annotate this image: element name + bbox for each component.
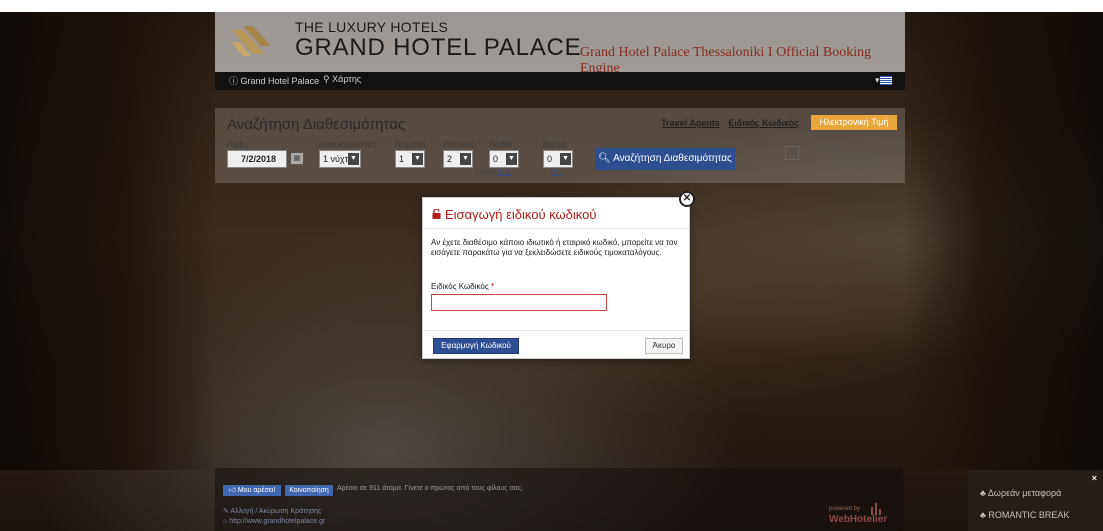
edit-icon: ✎	[223, 508, 229, 515]
children-label: Παιδιά	[489, 140, 513, 149]
modal-header: Εισαγωγή ειδικού κωδικού	[423, 198, 689, 229]
map-pin-icon: ⚲	[323, 74, 330, 84]
tag-icon: ♣	[980, 510, 986, 520]
special-code-label: Ειδικός Κωδικός *	[431, 282, 495, 291]
adults-select[interactable]: 2 ▼	[443, 150, 473, 168]
apply-code-button[interactable]: Εφαρμογή Κωδικού	[433, 338, 519, 354]
facebook-share-button[interactable]: Κοινοποίηση	[285, 485, 333, 496]
home-icon: ⌂	[223, 518, 228, 525]
thumbs-up-icon: 👍︎	[228, 487, 236, 494]
website-link[interactable]: ⌂ http://www.grandhotelpalace.gr	[223, 518, 325, 525]
chevron-down-icon: ▼	[460, 153, 471, 165]
brand-title[interactable]: GRAND HOTEL PALACE	[295, 34, 581, 62]
close-icon[interactable]: ×	[1092, 473, 1097, 483]
brand-subtitle: THE LUXURY HOTELS	[295, 19, 449, 35]
chevron-down-icon: ▼	[560, 153, 571, 165]
chevron-down-icon: ▼	[506, 153, 517, 165]
best-rate-guarantee: ΕΓΓΥΗΣΗ ΚΑΛΥΤΕΡΗΣ ΤΙΜΗΣ	[805, 146, 879, 165]
facebook-like-button[interactable]: 👍︎ Μου αρέσει!	[223, 485, 281, 496]
children-ages: ηλικίες 2-11	[475, 169, 511, 176]
facebook-like-count: Αρέσει σε 911 άτομα. Γίνετε ο πρώτος από…	[337, 485, 524, 492]
webhotelier-bars-icon	[871, 503, 881, 515]
modal-title: Εισαγωγή ειδικού κωδικού	[445, 207, 597, 222]
nav-hotel-link[interactable]: ⓘ Grand Hotel Palace	[229, 74, 319, 87]
chevron-down-icon: ▼	[348, 153, 359, 165]
check-icon: ✔	[785, 146, 799, 160]
nights-select[interactable]: 1 νύχτα ▼	[319, 150, 361, 168]
language-selector[interactable]: ▾	[875, 75, 897, 87]
calendar-icon[interactable]: ▦	[290, 152, 304, 165]
page-footer: 👍︎ Μου αρέσει! Κοινοποίηση Αρέσει σε 911…	[215, 468, 903, 531]
close-icon[interactable]: ✕	[679, 191, 695, 207]
chevron-down-icon: ▼	[412, 153, 423, 165]
search-icon: 🔍︎	[598, 153, 611, 164]
availability-search-panel: Αναζήτηση Διαθεσιμότητας Travel Agents Ε…	[215, 108, 905, 183]
search-links: Travel Agents Ειδικός Κωδικός	[655, 118, 799, 128]
nav-map-link[interactable]: ⚲ Χάρτης	[323, 74, 361, 85]
infants-select[interactable]: 0 ▼	[543, 150, 573, 168]
top-navbar: ⓘ Grand Hotel Palace ⚲ Χάρτης ▾	[215, 72, 905, 90]
rooms-label: Δωμάτια	[395, 140, 426, 149]
cancel-button[interactable]: Άκυρο	[645, 338, 683, 354]
special-code-input[interactable]	[431, 294, 607, 311]
search-availability-button[interactable]: 🔍︎ Αναζήτηση Διαθεσιμότητας	[595, 148, 735, 170]
infants-label: Βρέφη	[543, 140, 567, 149]
adults-label: Ενήλικες	[443, 140, 474, 149]
tag-icon: ♣	[980, 488, 986, 498]
info-icon: ⓘ	[229, 76, 239, 86]
site-header: THE LUXURY HOTELS GRAND HOTEL PALACE Gra…	[215, 12, 905, 76]
offer-item[interactable]: ♣ ROMANTIC BREAK	[980, 510, 1069, 520]
powered-by-label: powered by	[829, 506, 861, 512]
hotel-logo-icon	[231, 26, 271, 56]
lock-icon	[432, 209, 441, 219]
infants-ages: 0-1	[551, 169, 562, 176]
online-price-button[interactable]: Ηλεκτρονική Τιμή	[811, 115, 897, 130]
search-title: Αναζήτηση Διαθεσιμότητας	[227, 116, 406, 133]
offer-item[interactable]: ♣ Δωρεάν μεταφορά	[980, 488, 1061, 498]
arrival-label: Άφιξη	[227, 140, 248, 149]
modal-footer: Εφαρμογή Κωδικού Άκυρο	[423, 330, 689, 359]
modal-description: Αν έχετε διαθέσιμο κάποιο ιδιωτικό ή ετα…	[431, 238, 678, 257]
arrival-date-input[interactable]: 7/2/2018	[227, 150, 287, 168]
travel-agents-link[interactable]: Travel Agents	[661, 118, 720, 128]
special-code-link[interactable]: Ειδικός Κωδικός	[728, 118, 799, 128]
nights-label: Διανυκτερεύσεις	[319, 140, 377, 149]
special-code-modal: Εισαγωγή ειδικού κωδικού Αν έχετε διαθέσ…	[422, 197, 690, 359]
top-strip	[0, 0, 1103, 12]
greek-flag-icon	[879, 76, 892, 86]
rooms-select[interactable]: 1 ▼	[395, 150, 425, 168]
offers-widget: × ♣ Δωρεάν μεταφορά ♣ ROMANTIC BREAK	[968, 470, 1103, 531]
webhotelier-logo[interactable]: WebHotelier	[829, 514, 887, 525]
change-booking-link[interactable]: ✎ Αλλαγή / Ακύρωση Κράτησης	[223, 507, 321, 515]
children-select[interactable]: 0 ▼	[489, 150, 519, 168]
